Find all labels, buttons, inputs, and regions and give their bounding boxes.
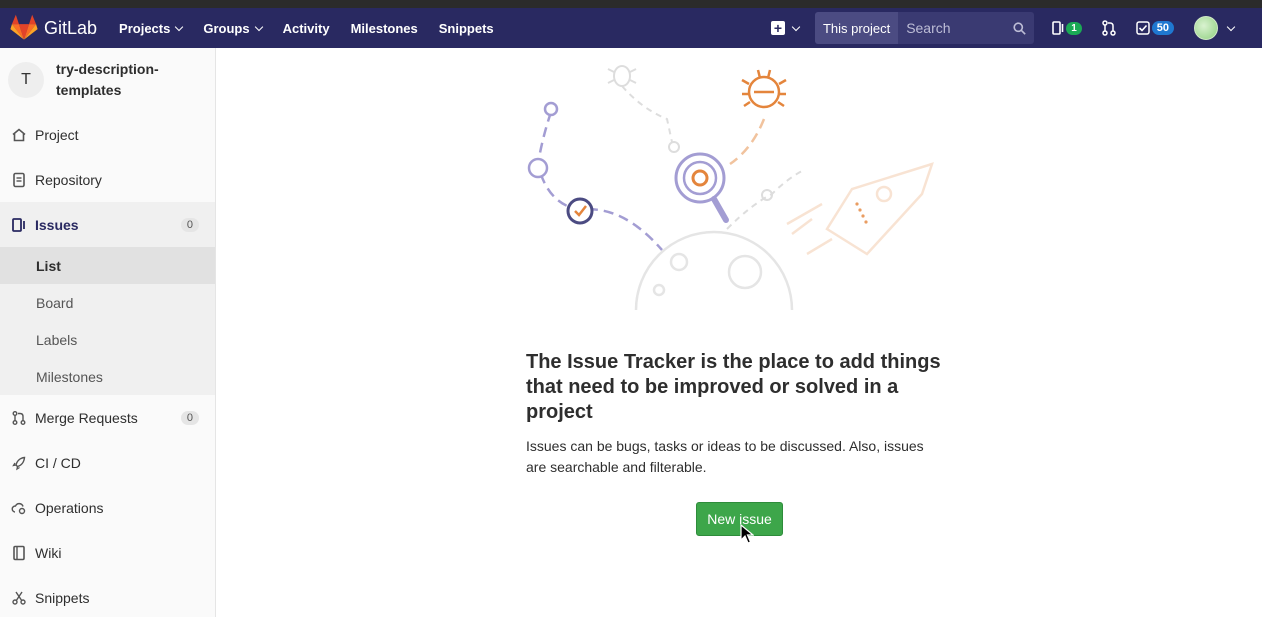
todo-check-icon [1136,21,1150,35]
sidebar-item-label: Project [35,126,79,143]
issues-count-badge: 0 [180,217,199,232]
nav-right: + This project Search 1 50 [770,8,1262,48]
nav-activity[interactable]: Activity [283,21,330,36]
subnav-item-milestones[interactable]: Milestones [0,358,215,395]
sidebar-item-operations[interactable]: Operations [0,485,215,530]
sidebar-item-repository[interactable]: Repository [0,157,215,202]
gitlab-logo-link[interactable]: GitLab [10,8,97,48]
nav-milestones-label: Milestones [350,20,418,36]
nav-projects-label: Projects [119,20,171,36]
subnav-item-board[interactable]: Board [0,284,215,321]
search-scope-label[interactable]: This project [814,12,899,44]
todos-count-badge: 50 [1151,21,1174,35]
sidebar-item-wiki[interactable]: Wiki [0,530,215,575]
project-sidebar: T try-description-templates Project Repo… [0,48,216,617]
document-icon [13,172,25,187]
empty-state-title: The Issue Tracker is the place to add th… [526,351,941,423]
issues-empty-state-illustration [527,65,934,310]
nav-links: Projects Groups Activity Milestones Snip… [119,21,515,36]
sidebar-item-ci-cd[interactable]: CI / CD [0,440,215,485]
cloud-gear-icon [11,502,26,514]
assigned-issues-link[interactable]: 1 [1052,21,1082,35]
scissors-icon [12,591,26,605]
nav-activity-label: Activity [282,20,330,36]
subnav-item-list[interactable]: List [0,247,215,284]
nav-groups-label: Groups [203,20,250,36]
user-menu-button[interactable] [1194,16,1236,40]
merge-requests-count-badge: 0 [180,410,199,425]
nav-projects[interactable]: Projects [119,20,184,36]
todos-link[interactable]: 50 [1136,21,1174,35]
nav-groups[interactable]: Groups [203,20,263,36]
sidebar-item-project[interactable]: Project [0,112,215,157]
sidebar-item-label: Issues [35,216,79,233]
sidebar-item-merge-requests[interactable]: Merge Requests 0 [0,395,215,440]
sidebar-item-snippets[interactable]: Snippets [0,575,215,617]
sidebar-item-label: Wiki [35,544,62,561]
issues-subnav: List Board Labels Milestones [0,247,215,395]
issues-icon [1052,21,1064,35]
issues-count-badge: 1 [1066,21,1082,35]
chevron-down-icon [175,22,184,31]
issues-icon [12,217,25,232]
avatar [1194,16,1218,40]
search-input[interactable]: Search [898,12,1035,44]
mouse-cursor-icon [740,524,754,544]
plus-icon: + [770,21,785,35]
nav-snippets-label: Snippets [438,20,494,36]
empty-state-description: Issues can be bugs, tasks or ideas to be… [526,438,924,475]
home-icon [12,127,26,141]
sidebar-item-issues[interactable]: Issues 0 [0,202,215,247]
window-top-strip [0,0,1262,8]
sidebar-item-label: Snippets [35,589,90,606]
project-name: try-description-templates [56,61,159,98]
top-navbar: GitLab Projects Groups Activity Mileston… [0,8,1262,48]
merge-request-icon [1102,20,1116,36]
chevron-down-icon [1226,22,1236,31]
chevron-down-icon [791,22,801,31]
sidebar-project-header[interactable]: T try-description-templates [0,48,215,112]
sidebar-item-label: Repository [35,171,102,188]
rocket-icon [12,456,26,470]
brand-name: GitLab [44,17,98,38]
sidebar-item-label: CI / CD [35,454,81,471]
merge-request-icon [12,410,26,425]
search-icon [1013,21,1026,35]
merge-requests-link[interactable] [1102,20,1116,36]
sidebar-item-label: Merge Requests [35,409,138,426]
book-icon [13,545,25,560]
sidebar-item-label: Operations [35,499,104,516]
nav-snippets[interactable]: Snippets [439,21,494,36]
gitlab-tanuki-icon [10,14,38,40]
search-placeholder: Search [906,20,951,36]
project-avatar: T [8,62,44,98]
subnav-item-labels[interactable]: Labels [0,321,215,358]
new-dropdown-button[interactable]: + [770,21,801,35]
nav-milestones[interactable]: Milestones [351,21,418,36]
chevron-down-icon [254,22,263,31]
